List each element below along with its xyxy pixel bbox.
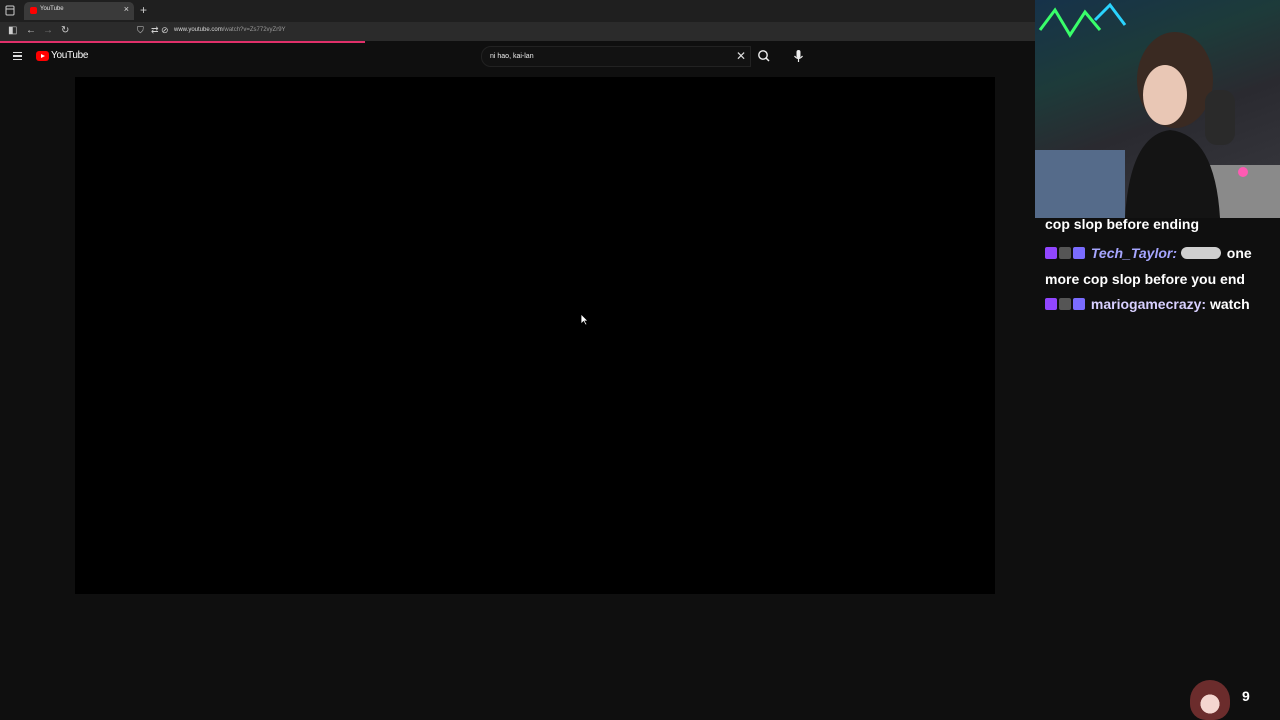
close-tab-icon[interactable]: × [124, 4, 129, 14]
address-bar: ◧ ← → ↻ ⛉ ⇄ ⊘ www.youtube.com/watch?v=Zs… [0, 22, 1035, 41]
chat-text: more cop slop before you end [1045, 271, 1245, 287]
back-icon[interactable]: ← [26, 25, 36, 36]
twitch-badge-icon [1045, 298, 1057, 310]
chat-message: cop slop before ending [1045, 216, 1199, 232]
viewer-badge-icon [1059, 247, 1071, 259]
clear-search-icon[interactable]: ✕ [736, 49, 746, 63]
overlay-counter: 9 [1188, 678, 1280, 720]
site-settings-icon[interactable]: ⇄ [151, 25, 159, 36]
search-input[interactable]: ni hao, kai-lan ✕ [481, 46, 751, 67]
anime-avatar-icon [1190, 680, 1230, 720]
sub-badge-icon [1073, 298, 1085, 310]
counter-value: 9 [1242, 688, 1250, 704]
chat-text: cop slop before ending [1045, 216, 1200, 232]
chat-text: watch [1209, 296, 1250, 312]
chat-message: more cop slop before you end [1045, 271, 1245, 287]
chat-message: Tech_Taylor: one [1045, 245, 1252, 261]
search-icon [758, 50, 770, 62]
video-player[interactable] [75, 77, 995, 594]
microphone-icon [794, 50, 803, 62]
tab-bar: YouTube × + [0, 0, 1035, 22]
browser-window: YouTube × + ◧ ← → ↻ ⛉ ⇄ ⊘ www.youtube.co… [0, 0, 1035, 720]
chat-username: Tech_Taylor: [1090, 245, 1177, 261]
search-query: ni hao, kai-lan [490, 53, 534, 60]
webcam-feed-image [1035, 2, 1280, 218]
reload-icon[interactable]: ↻ [61, 25, 69, 36]
url-domain: www.youtube.com [174, 27, 223, 33]
twitch-badge-icon [1045, 247, 1057, 259]
chat-text: one [1226, 245, 1252, 261]
youtube-wordmark[interactable]: YouTube [51, 50, 89, 61]
youtube-logo-icon[interactable] [36, 51, 49, 61]
url-path: /watch?v=Zs772vyZr9Y [222, 27, 286, 33]
menu-icon[interactable] [13, 52, 22, 60]
chat-username: mariogamecrazy: [1090, 296, 1207, 312]
chat-message: mariogamecrazy: watch [1045, 296, 1250, 312]
url-field[interactable]: www.youtube.com/watch?v=Zs772vyZr9Y [174, 27, 286, 33]
sidebar-icon[interactable]: ◧ [8, 25, 17, 36]
chat-overlay: cop slop before ending Tech_Taylor: one … [1035, 216, 1280, 720]
sub-badge-icon [1073, 247, 1085, 259]
tracking-icon[interactable]: ⊘ [161, 25, 169, 36]
shield-icon[interactable]: ⛉ [137, 25, 144, 36]
forward-icon[interactable]: → [43, 25, 53, 36]
search-button[interactable] [751, 46, 777, 67]
new-tab-icon[interactable]: + [140, 3, 147, 17]
mouse-cursor-icon [580, 313, 589, 326]
viewer-badge-icon [1059, 298, 1071, 310]
emote-icon [1180, 247, 1221, 259]
streamer-webcam [1035, 0, 1280, 218]
voice-search-button[interactable] [788, 46, 809, 67]
tab-title: YouTube [40, 6, 64, 12]
active-tab[interactable]: YouTube × [24, 2, 134, 20]
youtube-header: YouTube ni hao, kai-lan ✕ [0, 43, 1035, 73]
youtube-favicon-icon [30, 7, 37, 14]
tab-search-icon[interactable] [5, 5, 15, 16]
